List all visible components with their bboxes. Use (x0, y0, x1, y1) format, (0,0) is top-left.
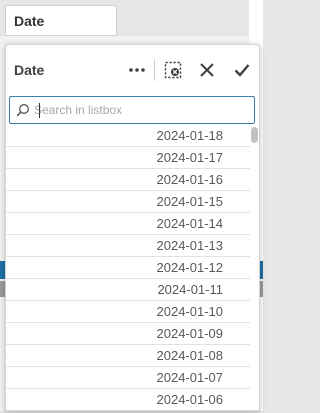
listbox-item[interactable]: 2024-01-10 (6, 301, 250, 323)
listbox-scrollbar[interactable] (250, 125, 259, 410)
listbox-item[interactable]: 2024-01-15 (6, 191, 250, 213)
check-icon (234, 64, 250, 77)
confirm-selection-button[interactable] (231, 59, 253, 81)
listbox-item[interactable]: 2024-01-14 (6, 213, 250, 235)
listbox-search (9, 96, 255, 124)
listbox-header: Date (6, 45, 259, 95)
listbox-item[interactable]: 2024-01-06 (6, 389, 250, 410)
background-field-tab[interactable]: Date (5, 5, 117, 36)
clear-selection-button[interactable] (162, 59, 184, 81)
listbox-item[interactable]: 2024-01-07 (6, 367, 250, 389)
listbox-item[interactable]: 2024-01-12 (6, 257, 250, 279)
close-icon (200, 63, 214, 77)
search-input[interactable] (34, 99, 244, 121)
search-icon (16, 104, 29, 117)
clear-selection-icon (164, 61, 182, 79)
listbox-title: Date (14, 62, 45, 78)
listbox-item[interactable]: 2024-01-16 (6, 169, 250, 191)
more-options-button[interactable] (126, 59, 148, 81)
listbox-values: 2024-01-18 2024-01-17 2024-01-16 2024-01-15… (6, 125, 250, 410)
listbox-item[interactable]: 2024-01-11 (6, 279, 250, 301)
header-separator (154, 59, 155, 81)
scrollbar-thumb[interactable] (251, 127, 258, 143)
listbox-item[interactable]: 2024-01-18 (6, 125, 250, 147)
listbox-item[interactable]: 2024-01-13 (6, 235, 250, 257)
listbox-item[interactable]: 2024-01-09 (6, 323, 250, 345)
listbox-item[interactable]: 2024-01-08 (6, 345, 250, 367)
text-cursor (39, 103, 40, 118)
more-icon (129, 68, 145, 72)
listbox-item[interactable]: 2024-01-17 (6, 147, 250, 169)
listbox-popover: Date Search in listbox 2024-01-18 2024-0… (5, 44, 260, 411)
cancel-selection-button[interactable] (196, 59, 218, 81)
